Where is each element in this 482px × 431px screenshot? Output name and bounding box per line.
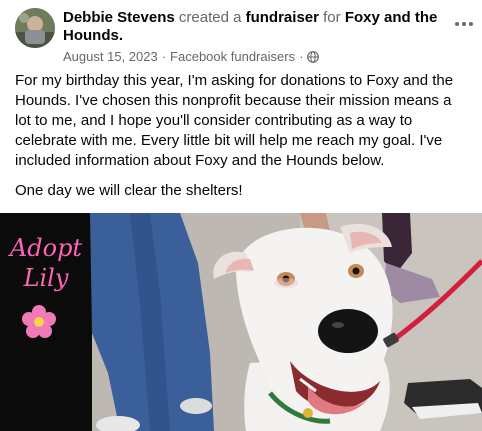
adopt-sign-text: Adopt Lily	[6, 233, 86, 293]
dot	[469, 22, 473, 26]
post-date[interactable]: August 15, 2023	[63, 49, 158, 65]
meta-separator: ·	[299, 49, 304, 64]
post-headline: Debbie Stevens created a fundraiser for …	[63, 9, 453, 45]
post-source[interactable]: Facebook fundraisers	[170, 49, 295, 65]
connector-text: for	[318, 9, 345, 26]
post-photo[interactable]: Adopt Lily	[0, 213, 482, 431]
globe-icon	[307, 51, 320, 63]
dot	[462, 22, 466, 26]
post-meta: August 15, 2023 · Facebook fundraisers ·	[63, 49, 320, 65]
fundraiser-post: Debbie Stevens created a fundraiser for …	[0, 0, 482, 431]
more-options-button[interactable]	[452, 14, 476, 34]
dot	[455, 22, 459, 26]
post-paragraph: One day we will clear the shelters!	[15, 182, 243, 199]
sign-line: Lily	[23, 264, 69, 292]
post-paragraph: For my birthday this year, I'm asking fo…	[15, 72, 454, 169]
author-name[interactable]: Debbie Stevens	[63, 9, 175, 26]
flower-icon	[22, 305, 56, 338]
action-text: created a	[174, 9, 246, 26]
meta-separator: ·	[161, 49, 167, 64]
sign-line: Adopt	[9, 234, 83, 262]
avatar[interactable]	[15, 8, 55, 48]
fundraiser-link[interactable]: fundraiser	[246, 9, 319, 26]
post-body: For my birthday this year, I'm asking fo…	[15, 71, 470, 201]
